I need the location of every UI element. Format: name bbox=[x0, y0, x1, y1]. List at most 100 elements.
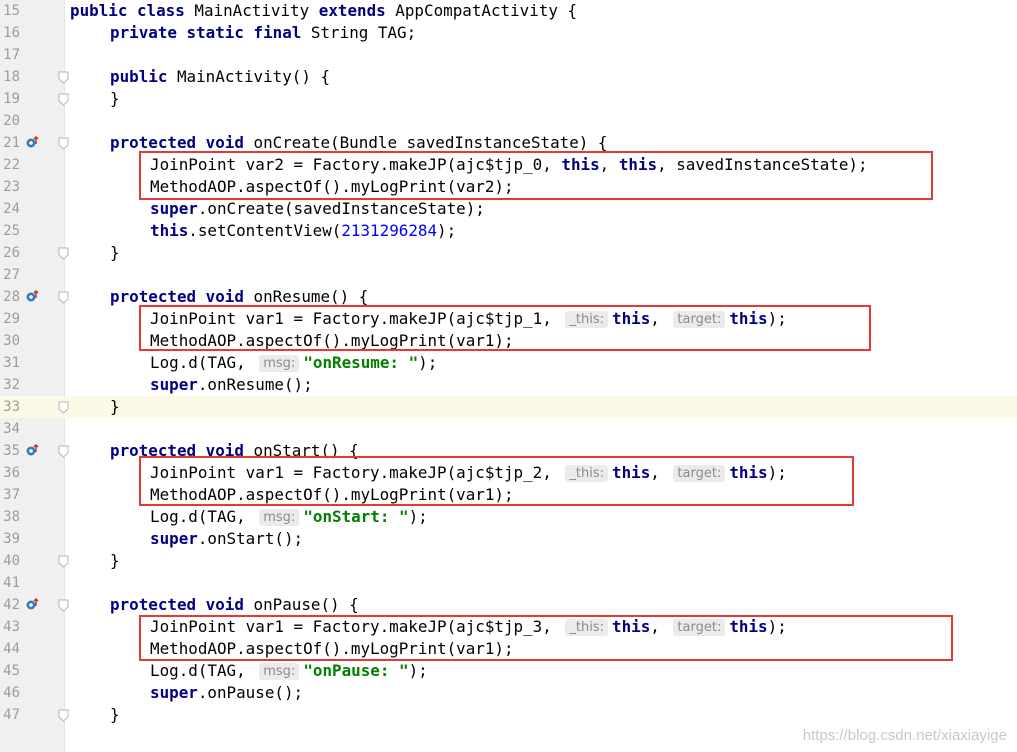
override-method-icon[interactable] bbox=[26, 444, 39, 457]
line-number: 44 bbox=[3, 641, 20, 657]
code-token: ); bbox=[408, 661, 428, 680]
code-text[interactable]: } bbox=[110, 242, 120, 264]
code-token: MainActivity bbox=[194, 1, 319, 20]
code-token-kw: super bbox=[150, 375, 198, 394]
code-text[interactable]: private static final String TAG; bbox=[110, 22, 416, 44]
code-token-str: "onStart: " bbox=[303, 507, 409, 526]
code-line[interactable]: 16 private static final String TAG; bbox=[0, 22, 1017, 44]
code-token: .setContentView( bbox=[188, 221, 342, 240]
code-line[interactable]: 18 public MainActivity() { bbox=[0, 66, 1017, 88]
highlight-box-onstart bbox=[139, 456, 854, 506]
code-token: ); bbox=[437, 221, 457, 240]
code-token: } bbox=[110, 243, 120, 262]
code-token-kw: protected void bbox=[110, 595, 254, 614]
code-line[interactable]: 20 bbox=[0, 110, 1017, 132]
fold-marker-icon[interactable] bbox=[58, 709, 69, 722]
code-token-kw: extends bbox=[318, 1, 396, 20]
code-line[interactable]: 25 this.setContentView(2131296284); bbox=[0, 220, 1017, 242]
line-number: 35 bbox=[3, 443, 20, 459]
line-number: 17 bbox=[3, 47, 20, 63]
line-number: 26 bbox=[3, 245, 20, 261]
code-line[interactable]: 47} bbox=[0, 704, 1017, 726]
fold-marker-icon[interactable] bbox=[58, 137, 69, 150]
code-token: Log.d(TAG, bbox=[150, 507, 256, 526]
code-text[interactable]: Log.d(TAG, msg: "onResume: "); bbox=[150, 352, 437, 374]
code-token: } bbox=[110, 89, 120, 108]
code-token: onCreate(Bundle savedInstanceState) { bbox=[253, 133, 608, 152]
fold-marker-icon[interactable] bbox=[58, 445, 69, 458]
code-line[interactable]: 24 super.onCreate(savedInstanceState); bbox=[0, 198, 1017, 220]
code-text[interactable]: super.onCreate(savedInstanceState); bbox=[150, 198, 485, 220]
fold-marker-icon[interactable] bbox=[58, 401, 69, 414]
code-token: Log.d(TAG, bbox=[150, 353, 256, 372]
code-line[interactable]: 33} bbox=[0, 396, 1017, 418]
line-number: 34 bbox=[3, 421, 20, 437]
code-token-kw: super bbox=[150, 683, 198, 702]
code-token: .onStart(); bbox=[197, 529, 304, 548]
code-line[interactable]: 38 Log.d(TAG, msg: "onStart: "); bbox=[0, 506, 1017, 528]
code-text[interactable]: public class MainActivity extends AppCom… bbox=[70, 0, 577, 22]
code-text[interactable]: } bbox=[110, 704, 120, 726]
code-line[interactable]: 34 bbox=[0, 418, 1017, 440]
code-line[interactable]: 45 Log.d(TAG, msg: "onPause: "); bbox=[0, 660, 1017, 682]
code-line[interactable]: 26} bbox=[0, 242, 1017, 264]
line-number: 27 bbox=[3, 267, 20, 283]
code-token-kw: private static final bbox=[110, 23, 311, 42]
code-line[interactable]: 40} bbox=[0, 550, 1017, 572]
code-line[interactable]: 41 bbox=[0, 572, 1017, 594]
override-method-icon[interactable] bbox=[26, 136, 39, 149]
code-line[interactable]: 17 bbox=[0, 44, 1017, 66]
code-token: MainActivity() { bbox=[176, 67, 331, 86]
fold-marker-icon[interactable] bbox=[58, 71, 69, 84]
code-line[interactable]: 39 super.onStart(); bbox=[0, 528, 1017, 550]
code-token: Log.d(TAG, bbox=[150, 661, 256, 680]
code-text[interactable]: Log.d(TAG, msg: "onStart: "); bbox=[150, 506, 428, 528]
fold-marker-icon[interactable] bbox=[58, 247, 69, 260]
code-text[interactable]: } bbox=[110, 396, 120, 418]
fold-marker-icon[interactable] bbox=[58, 555, 69, 568]
code-token: } bbox=[110, 551, 120, 570]
code-text[interactable]: } bbox=[110, 88, 120, 110]
code-token: .onResume(); bbox=[197, 375, 313, 394]
code-text[interactable]: super.onResume(); bbox=[150, 374, 313, 396]
code-line[interactable]: 19} bbox=[0, 88, 1017, 110]
code-text[interactable]: this.setContentView(2131296284); bbox=[150, 220, 456, 242]
override-method-icon[interactable] bbox=[26, 290, 39, 303]
code-line[interactable]: 32 super.onResume(); bbox=[0, 374, 1017, 396]
code-token-kw: this bbox=[150, 221, 189, 240]
code-token: ); bbox=[408, 507, 428, 526]
fold-marker-icon[interactable] bbox=[58, 291, 69, 304]
code-token-str: "onPause: " bbox=[303, 661, 409, 680]
line-number: 41 bbox=[3, 575, 20, 591]
line-number: 32 bbox=[3, 377, 20, 393]
parameter-hint: msg: bbox=[259, 663, 300, 680]
highlight-box-onresume bbox=[139, 305, 871, 351]
line-number: 25 bbox=[3, 223, 20, 239]
line-number: 37 bbox=[3, 487, 20, 503]
line-number: 21 bbox=[3, 135, 20, 151]
fold-marker-icon[interactable] bbox=[58, 93, 69, 106]
code-line[interactable]: 42 protected void onPause() { bbox=[0, 594, 1017, 616]
line-number: 29 bbox=[3, 311, 20, 327]
override-method-icon[interactable] bbox=[26, 598, 39, 611]
line-number: 22 bbox=[3, 157, 20, 173]
code-line[interactable]: 15 public class MainActivity extends AppC… bbox=[0, 0, 1017, 22]
code-text[interactable]: super.onStart(); bbox=[150, 528, 303, 550]
code-text[interactable]: super.onPause(); bbox=[150, 682, 303, 704]
code-text[interactable]: Log.d(TAG, msg: "onPause: "); bbox=[150, 660, 428, 682]
code-line[interactable]: 46 super.onPause(); bbox=[0, 682, 1017, 704]
code-text[interactable]: } bbox=[110, 550, 120, 572]
code-text[interactable]: public MainActivity() { bbox=[110, 66, 330, 88]
line-number: 18 bbox=[3, 69, 20, 85]
code-token: } bbox=[110, 397, 120, 416]
code-text[interactable]: protected void onPause() { bbox=[110, 594, 359, 616]
line-number: 36 bbox=[3, 465, 20, 481]
code-token: onResume() { bbox=[253, 287, 369, 306]
code-token: .onPause(); bbox=[197, 683, 304, 702]
line-number: 43 bbox=[3, 619, 20, 635]
fold-marker-icon[interactable] bbox=[58, 599, 69, 612]
code-token-num: 2131296284 bbox=[341, 221, 438, 240]
code-line[interactable]: 31 Log.d(TAG, msg: "onResume: "); bbox=[0, 352, 1017, 374]
code-line[interactable]: 27 bbox=[0, 264, 1017, 286]
code-token: .onCreate(savedInstanceState); bbox=[197, 199, 485, 218]
